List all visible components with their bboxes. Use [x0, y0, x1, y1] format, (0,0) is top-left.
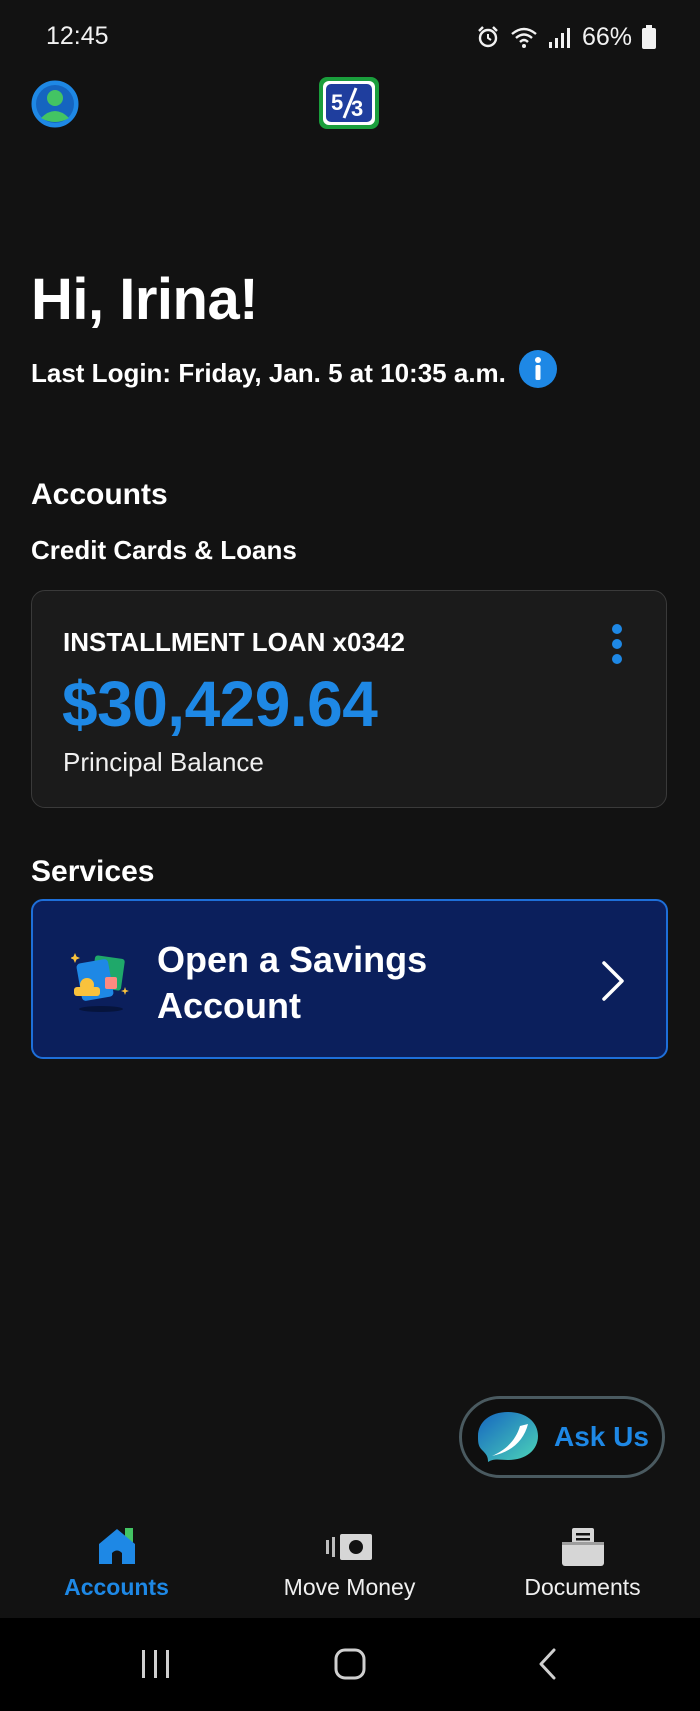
user-avatar-icon[interactable] [31, 80, 79, 128]
open-savings-account-button[interactable]: Open a Savings Account [31, 899, 668, 1059]
signal-icon [548, 28, 570, 48]
nav-label-move-money: Move Money [283, 1574, 416, 1600]
battery-percent: 66% [581, 22, 632, 51]
home-button-icon[interactable] [333, 1646, 367, 1682]
chevron-right-icon [602, 961, 624, 1001]
bottom-navigation: Accounts Move Money Documents [0, 1508, 700, 1618]
wifi-icon [511, 27, 537, 48]
last-login-row: Last Login: Friday, Jan. 5 at 10:35 a.m. [31, 349, 558, 389]
last-login-text: Last Login: Friday, Jan. 5 at 10:35 a.m. [31, 358, 506, 388]
ask-us-label: Ask Us [554, 1421, 649, 1452]
system-navigation-bar [0, 1618, 700, 1711]
info-icon[interactable] [518, 349, 558, 389]
top-bar: 5 3 [0, 76, 700, 136]
nav-tab-move-money[interactable]: Move Money [233, 1508, 466, 1618]
documents-icon [561, 1528, 604, 1566]
status-icons: 66% [476, 20, 656, 54]
loan-balance: $30,429.64 [62, 668, 378, 740]
svg-text:5: 5 [331, 90, 343, 115]
home-icon [98, 1528, 135, 1564]
money-transfer-icon [325, 1534, 372, 1560]
credit-cards-loans-subtitle: Credit Cards & Loans [31, 535, 297, 565]
greeting-title: Hi, Irina! [31, 267, 259, 332]
bank-logo-icon[interactable]: 5 3 [318, 76, 380, 130]
accounts-section-title: Accounts [31, 478, 168, 511]
recent-apps-icon[interactable] [140, 1646, 172, 1682]
battery-icon [642, 25, 656, 49]
loan-name: INSTALLMENT LOAN x0342 [63, 627, 405, 657]
status-time: 12:45 [46, 22, 109, 50]
nav-tab-documents[interactable]: Documents [466, 1508, 699, 1618]
nav-tab-accounts[interactable]: Accounts [0, 1508, 233, 1618]
nav-label-accounts: Accounts [64, 1574, 169, 1600]
nav-label-documents: Documents [524, 1574, 641, 1600]
chat-assistant-icon [478, 1412, 538, 1462]
open-savings-label: Open a Savings Account [157, 939, 428, 1026]
installment-loan-card[interactable]: INSTALLMENT LOAN x0342 $30,429.64 Princi… [31, 590, 667, 808]
ask-us-button[interactable]: Ask Us [459, 1396, 665, 1478]
loan-balance-caption: Principal Balance [63, 747, 264, 777]
back-icon[interactable] [536, 1646, 560, 1682]
services-section-title: Services [31, 855, 155, 888]
alarm-icon [478, 26, 498, 48]
more-options-icon[interactable] [610, 623, 624, 665]
status-bar: 12:45 66% [0, 0, 700, 76]
savings-icon [71, 953, 129, 1012]
svg-text:3: 3 [351, 96, 363, 121]
